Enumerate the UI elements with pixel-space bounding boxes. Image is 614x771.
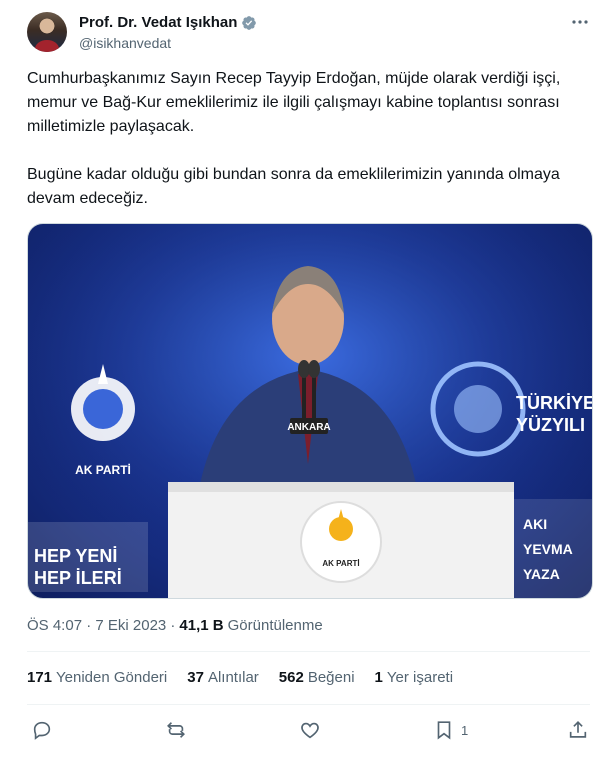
tweet-timestamp[interactable]: ÖS 4:07 · 7 Eki 2023 ·: [27, 617, 175, 634]
retweet-button[interactable]: [165, 718, 187, 742]
likes-stat[interactable]: 562 Beğeni: [279, 669, 355, 686]
avatar[interactable]: [27, 12, 67, 52]
slogan-tags-right: AKI YEVMA YAZA: [514, 499, 592, 598]
heart-icon: [301, 722, 319, 739]
action-bar: 1: [27, 712, 590, 748]
slogan-banner-left: HEP YENİ HEP İLERİ: [28, 522, 148, 592]
more-options-icon[interactable]: [570, 12, 590, 32]
like-button[interactable]: [299, 718, 321, 742]
mic-flag-label: ANKARA: [287, 422, 330, 433]
bookmark-button[interactable]: 1: [433, 718, 468, 742]
tweet-image[interactable]: AK PARTİ HEP YENİ HEP İLERİ TÜRKİYE YÜZY…: [27, 223, 593, 599]
bookmarks-stat[interactable]: 1 Yer işareti: [375, 669, 454, 686]
svg-text:AKI: AKI: [523, 516, 547, 532]
author-handle[interactable]: @isikhanvedat: [79, 35, 171, 51]
share-button[interactable]: [567, 718, 589, 742]
svg-text:YÜZYILI: YÜZYILI: [516, 415, 585, 435]
svg-text:HEP İLERİ: HEP İLERİ: [34, 568, 122, 588]
tweet-meta: ÖS 4:07 · 7 Eki 2023 · 41,1 B Görüntülen…: [27, 617, 323, 634]
bookmark-count: 1: [461, 722, 469, 738]
tweet-card: Prof. Dr. Vedat Işıkhan @isikhanvedat Cu…: [0, 0, 614, 771]
verified-badge-icon[interactable]: [241, 15, 257, 31]
divider: [27, 704, 590, 705]
podium: AK PARTİ: [168, 482, 514, 598]
svg-text:HEP YENİ: HEP YENİ: [34, 546, 117, 566]
reply-icon: [33, 721, 51, 740]
reply-button[interactable]: [31, 718, 53, 742]
tweet-text: Cumhurbaşkanımız Sayın Recep Tayyip Erdo…: [27, 70, 561, 207]
svg-text:YAZA: YAZA: [523, 566, 560, 582]
bookmark-icon: [437, 721, 451, 740]
svg-text:AK PARTİ: AK PARTİ: [75, 462, 131, 477]
retweet-icon: [167, 722, 185, 738]
share-icon: [569, 721, 587, 738]
views-label: Görüntülenme: [227, 617, 323, 634]
svg-text:YEVMA: YEVMA: [523, 541, 573, 557]
retweets-stat[interactable]: 171 Yeniden Gönderi: [27, 669, 167, 686]
author-display-name[interactable]: Prof. Dr. Vedat Işıkhan: [79, 14, 237, 31]
svg-text:TÜRKİYE: TÜRKİYE: [516, 393, 593, 413]
engagement-stats: 171 Yeniden Gönderi 37 Alıntılar 562 Beğeni…: [27, 669, 453, 686]
event-photo: AK PARTİ HEP YENİ HEP İLERİ TÜRKİYE YÜZY…: [28, 224, 593, 598]
author-name-row: Prof. Dr. Vedat Işıkhan: [79, 14, 257, 31]
svg-text:AK PARTİ: AK PARTİ: [322, 559, 359, 568]
views-count: 41,1 B: [179, 617, 224, 634]
divider: [27, 651, 590, 652]
quotes-stat[interactable]: 37 Alıntılar: [187, 669, 259, 686]
